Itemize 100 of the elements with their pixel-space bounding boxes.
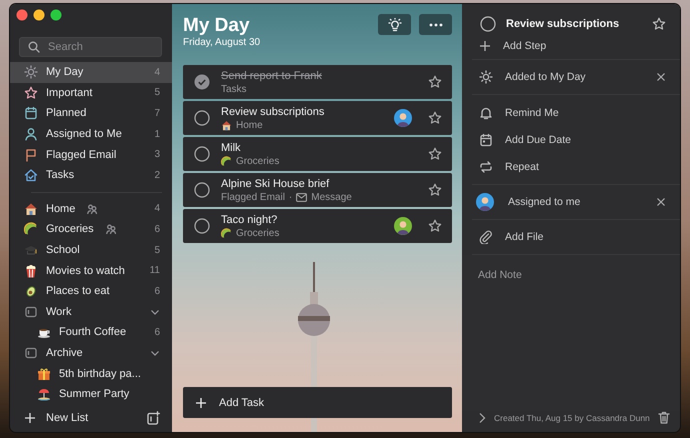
task-item[interactable]: Taco night? Groceries bbox=[183, 209, 452, 243]
list-group[interactable]: Archive bbox=[10, 342, 172, 364]
task-title: Milk bbox=[221, 142, 242, 154]
task-item[interactable]: Send report to Frank Tasks bbox=[183, 65, 452, 99]
task-list-name: Groceries bbox=[236, 156, 280, 166]
star-icon[interactable] bbox=[428, 75, 442, 89]
sidebar-item[interactable]: My Day 4 bbox=[10, 62, 172, 83]
task-title: Send report to Frank bbox=[221, 70, 323, 82]
task-title: Review subscriptions bbox=[506, 18, 620, 30]
more-icon bbox=[428, 22, 442, 26]
sidebar-item[interactable]: Planned 7 bbox=[10, 103, 172, 124]
detail-action[interactable]: Add Step bbox=[462, 36, 680, 55]
checkbox-circle-icon[interactable] bbox=[194, 146, 210, 162]
taco-icon bbox=[24, 222, 38, 236]
separator: · bbox=[288, 192, 292, 202]
detail-action[interactable]: Add File bbox=[462, 224, 680, 250]
sidebar-item[interactable]: Summer Party bbox=[10, 384, 172, 404]
bell-icon bbox=[479, 106, 493, 120]
envelope-icon bbox=[296, 192, 308, 202]
sidebar-item[interactable]: Movies to watch 11 bbox=[10, 260, 172, 281]
repeat-icon bbox=[479, 160, 493, 174]
detail-action[interactable]: Add Due Date bbox=[462, 126, 680, 153]
calendar-icon bbox=[24, 106, 38, 120]
task-item[interactable]: Milk Groceries bbox=[183, 137, 452, 171]
task-item[interactable]: Review subscriptions Home bbox=[183, 101, 452, 135]
date-label: Friday, August 30 bbox=[183, 37, 262, 48]
task-list-name: Home bbox=[236, 120, 263, 130]
note-input[interactable]: Add Note bbox=[462, 255, 680, 343]
popcorn-icon bbox=[24, 264, 38, 278]
group-icon bbox=[24, 346, 38, 360]
task-list-name: Groceries bbox=[236, 228, 280, 238]
house-icon bbox=[24, 202, 38, 216]
search-input[interactable]: Search bbox=[48, 41, 148, 53]
sidebar-item[interactable]: 5th birthday pa... bbox=[10, 363, 172, 384]
detail-action[interactable]: Repeat bbox=[462, 153, 680, 180]
sidebar-item[interactable]: School 5 bbox=[10, 240, 172, 260]
plus-icon bbox=[479, 40, 491, 52]
avatar-icon bbox=[476, 193, 494, 211]
sidebar-item[interactable]: Places to eat 6 bbox=[10, 280, 172, 302]
task-title: Taco night? bbox=[221, 214, 278, 226]
taco-icon bbox=[221, 228, 232, 238]
search-icon bbox=[28, 41, 40, 53]
close-icon[interactable] bbox=[656, 72, 666, 82]
checked-circle-icon[interactable] bbox=[194, 74, 210, 90]
task-title: Alpine Ski House brief bbox=[221, 178, 330, 190]
avocado-icon bbox=[24, 284, 38, 298]
new-list-button[interactable]: New List bbox=[24, 410, 88, 426]
star-icon[interactable] bbox=[428, 147, 442, 161]
sidebar-item[interactable]: Home 4 bbox=[10, 198, 172, 220]
list-group[interactable]: Work bbox=[10, 302, 172, 322]
new-group-icon[interactable] bbox=[146, 411, 160, 425]
detail-action[interactable]: Added to My Day bbox=[462, 64, 680, 90]
chevron-icon[interactable] bbox=[478, 412, 486, 424]
house-icon bbox=[24, 168, 38, 182]
graduation-cap-icon bbox=[24, 243, 38, 258]
sidebar-item[interactable]: Important 5 bbox=[10, 82, 172, 104]
task-list-name: Tasks bbox=[221, 84, 247, 94]
taco-icon bbox=[221, 156, 232, 166]
paperclip-icon bbox=[479, 230, 493, 244]
sidebar-item[interactable]: Fourth Coffee 6 bbox=[10, 322, 172, 343]
list-title: My Day bbox=[183, 14, 251, 37]
suggestions-button[interactable] bbox=[378, 14, 411, 35]
house-icon bbox=[221, 120, 232, 130]
task-list-name: Flagged Email bbox=[221, 192, 285, 202]
task-item[interactable]: Alpine Ski House brief Flagged Email · Message bbox=[183, 173, 452, 207]
star-icon[interactable] bbox=[652, 17, 666, 31]
star-icon[interactable] bbox=[428, 219, 442, 233]
add-task-field[interactable]: Add Task bbox=[183, 387, 452, 418]
created-info: Created Thu, Aug 15 by Cassandra Dunn bbox=[494, 412, 650, 422]
lightbulb-icon bbox=[388, 18, 402, 32]
gift-icon bbox=[37, 366, 51, 381]
sidebar-item[interactable]: Assigned to Me 1 bbox=[10, 124, 172, 144]
calendar-icon bbox=[479, 132, 493, 146]
task-note: Message bbox=[311, 192, 352, 202]
sidebar-item[interactable]: Tasks 2 bbox=[10, 164, 172, 186]
beach-umbrella-icon bbox=[37, 387, 51, 402]
checkbox-circle-icon[interactable] bbox=[194, 218, 210, 234]
sun-icon bbox=[24, 65, 38, 80]
star-icon[interactable] bbox=[428, 111, 442, 125]
plus-icon bbox=[24, 412, 36, 424]
chevron-icon bbox=[150, 348, 160, 358]
sun-icon bbox=[479, 70, 493, 84]
sidebar-item[interactable]: Flagged Email 3 bbox=[10, 144, 172, 165]
group-icon bbox=[24, 304, 38, 319]
search-field[interactable]: Search bbox=[19, 37, 162, 57]
more-options-button[interactable] bbox=[419, 14, 452, 35]
detail-action[interactable]: Assigned to me bbox=[462, 189, 680, 215]
plus-icon bbox=[195, 396, 207, 408]
star-icon[interactable] bbox=[428, 183, 442, 197]
checkbox-circle-icon[interactable] bbox=[480, 16, 496, 32]
checkbox-circle-icon[interactable] bbox=[194, 182, 210, 198]
trash-icon[interactable] bbox=[658, 411, 670, 424]
flag-icon bbox=[24, 148, 38, 162]
detail-action[interactable]: Remind Me bbox=[462, 99, 680, 126]
checkbox-circle-icon[interactable] bbox=[194, 110, 210, 126]
person-icon bbox=[24, 127, 38, 142]
close-icon[interactable] bbox=[656, 197, 666, 207]
task-title: Review subscriptions bbox=[221, 106, 326, 118]
window-controls-drawing bbox=[16, 9, 62, 21]
sidebar-item[interactable]: Groceries 6 bbox=[10, 219, 172, 240]
